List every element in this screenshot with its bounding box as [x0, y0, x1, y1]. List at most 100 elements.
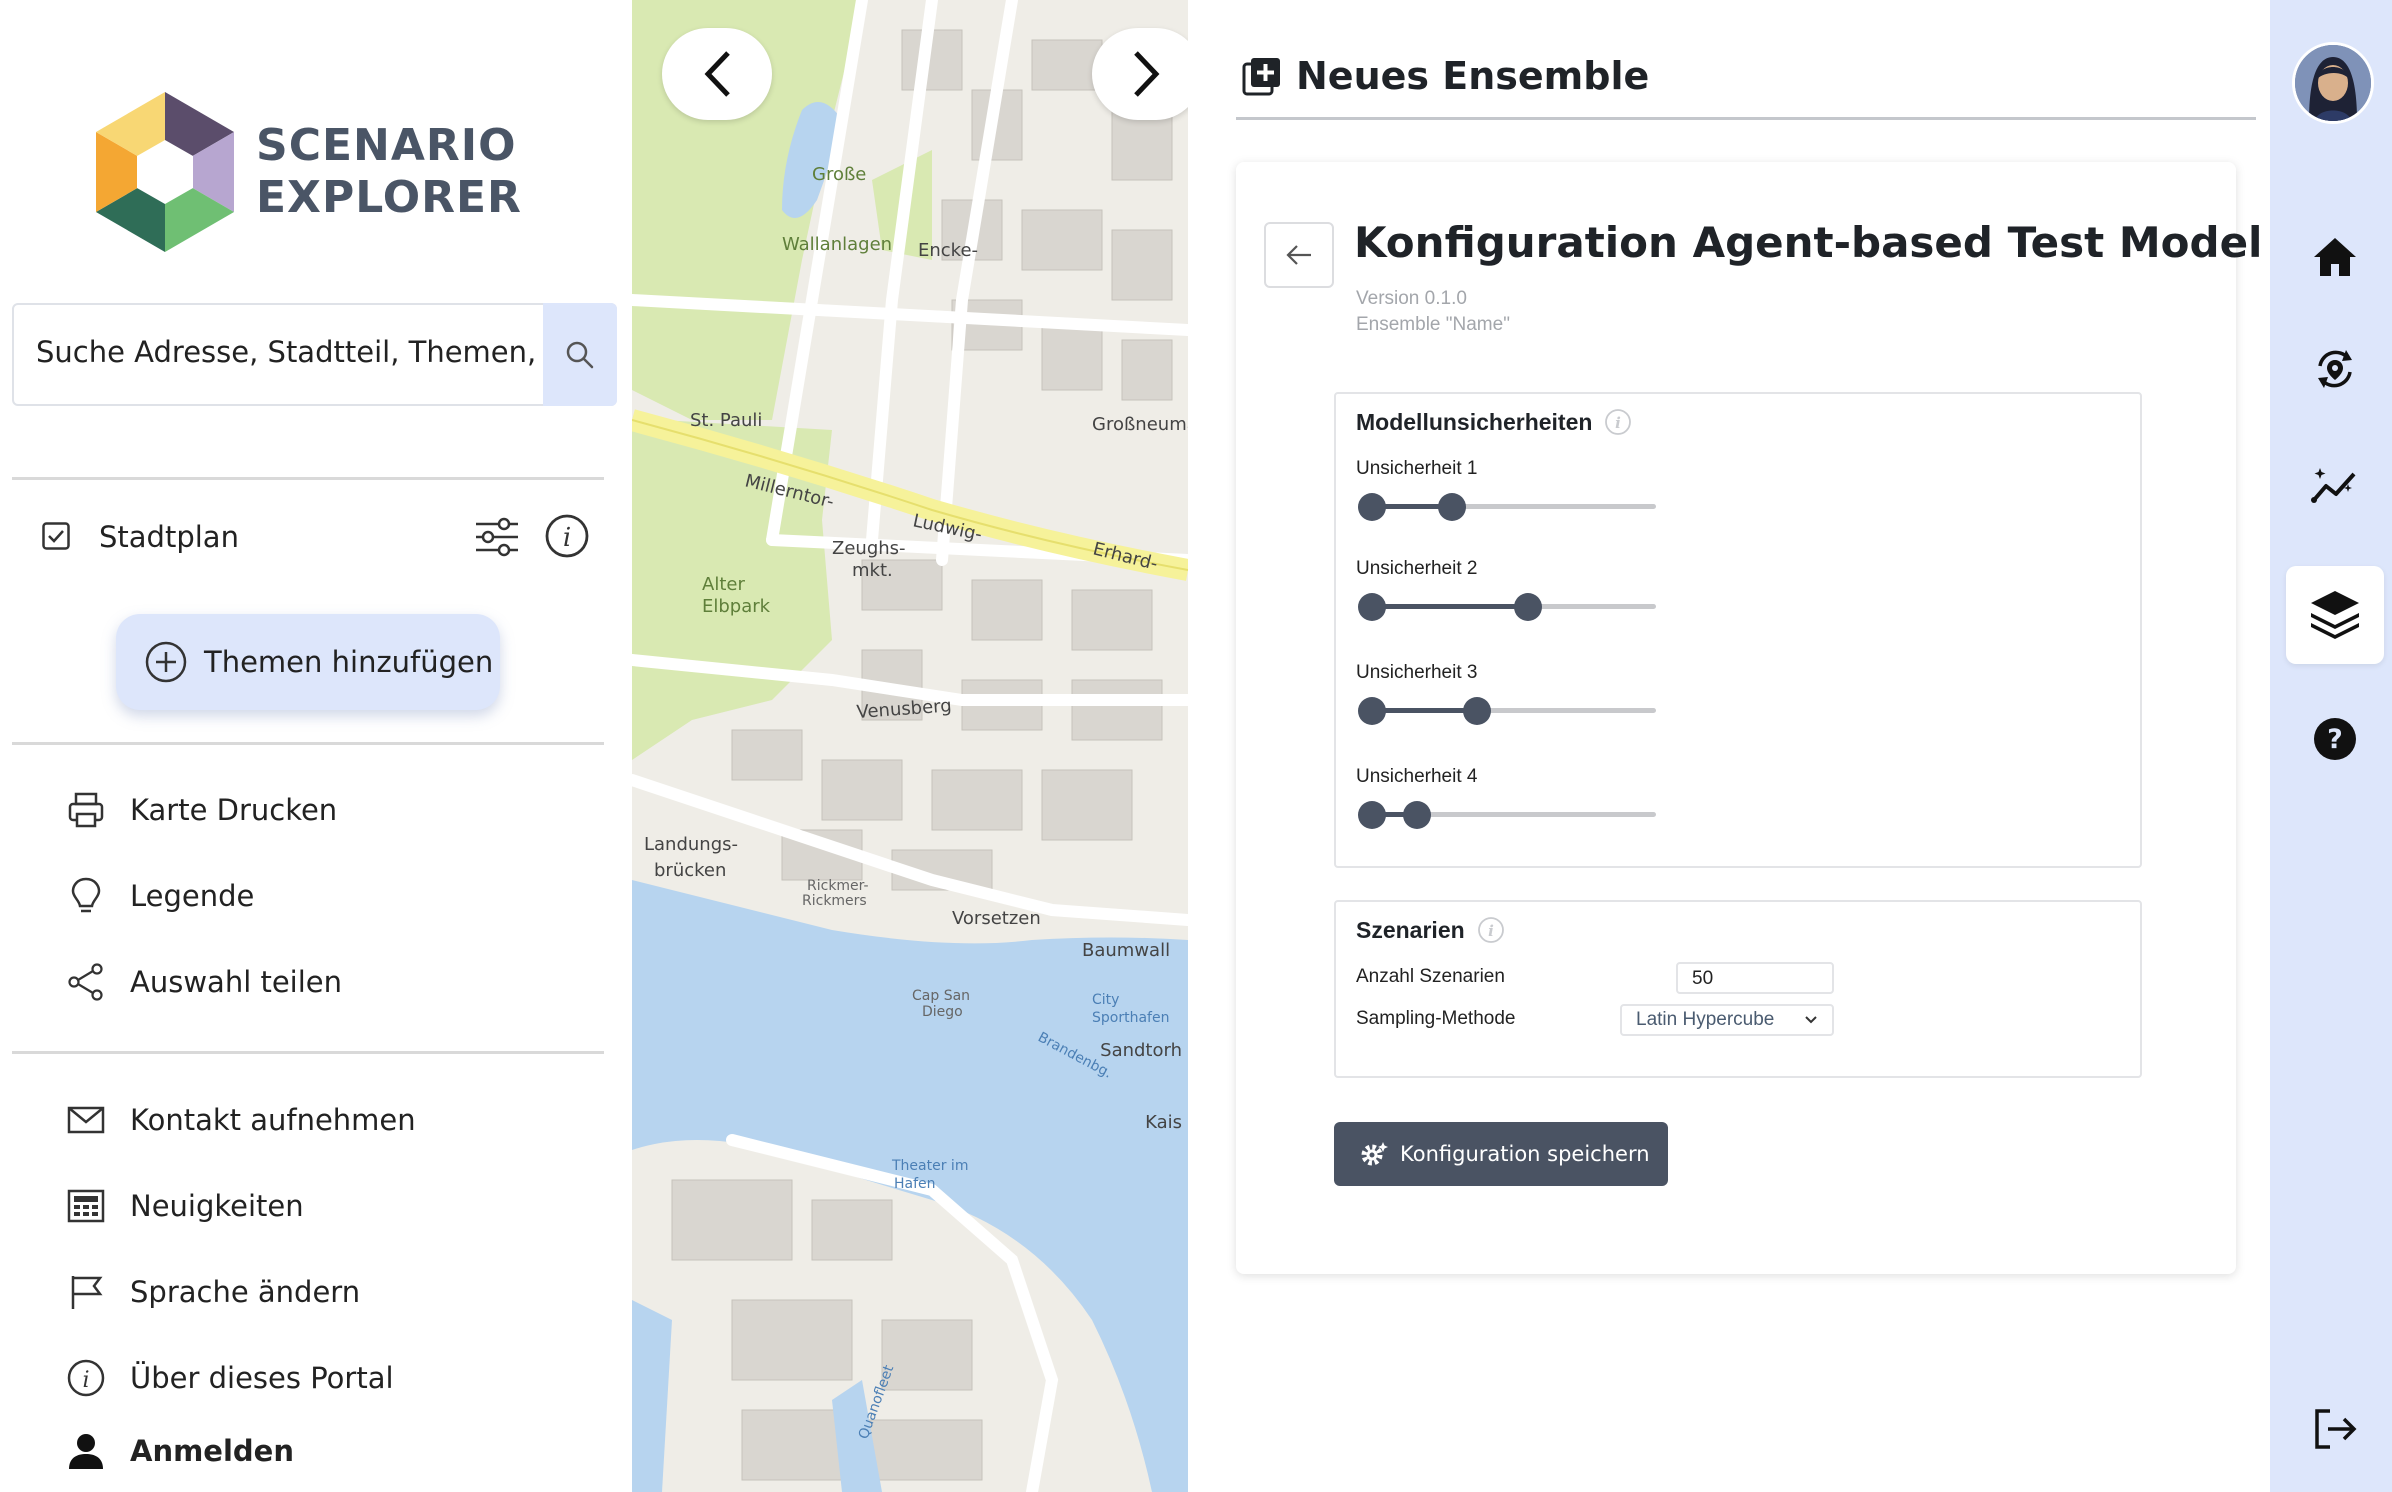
right-nav-rail: ? — [2270, 0, 2392, 1492]
svg-text:mkt.: mkt. — [852, 560, 893, 581]
svg-text:Landungs-: Landungs- — [644, 834, 738, 855]
slider-range-fill — [1372, 708, 1478, 713]
add-topic-button[interactable]: Themen hinzufügen — [116, 614, 500, 710]
sampling-method-label: Sampling-Methode — [1356, 1008, 1516, 1029]
slider-label: Unsicherheit 2 — [1356, 558, 1478, 579]
version-text: Version 0.1.0 — [1356, 288, 1467, 309]
svg-text:Zeughs-: Zeughs- — [832, 538, 906, 559]
page-title: Neues Ensemble — [1296, 54, 1650, 98]
chart-sparkle-icon — [2311, 468, 2356, 503]
info-icon[interactable]: i — [1604, 408, 1632, 436]
svg-text:Baumwall: Baumwall — [1082, 940, 1170, 961]
menu-item-about-portal[interactable]: i Über dieses Portal — [64, 1350, 604, 1406]
rail-home-button[interactable] — [2286, 208, 2384, 306]
save-configuration-button[interactable]: Konfiguration speichern — [1334, 1122, 1668, 1186]
checkbox-checked-icon[interactable] — [42, 522, 70, 550]
card-title: Konfiguration Agent-based Test Model — [1354, 218, 2263, 267]
model-uncertainties-section: Modellunsicherheiten i Unsicherheit 1 Un… — [1334, 392, 2142, 868]
svg-text:i: i — [563, 523, 571, 553]
uncertainty-slider-2[interactable]: Unsicherheit 2 — [1356, 558, 1656, 621]
section-title: Szenarien i — [1356, 916, 1505, 944]
svg-text:Alter: Alter — [702, 574, 745, 595]
help-icon: ? — [2314, 718, 2356, 760]
menu-item-login[interactable]: Anmelden — [64, 1423, 604, 1479]
chevron-down-icon — [1805, 1016, 1817, 1024]
scenario-count-label: Anzahl Szenarien — [1356, 966, 1505, 987]
slider-label: Unsicherheit 1 — [1356, 458, 1478, 479]
map-previous-button[interactable] — [662, 28, 772, 120]
slider-label: Unsicherheit 4 — [1356, 766, 1478, 787]
svg-text:Vorsetzen: Vorsetzen — [952, 908, 1041, 929]
svg-text:St. Pauli: St. Pauli — [690, 410, 762, 431]
svg-text:City: City — [1092, 992, 1119, 1008]
share-icon — [64, 960, 108, 1004]
menu-item-share-selection[interactable]: Auswahl teilen — [64, 954, 604, 1010]
slider-handle-high[interactable] — [1514, 593, 1543, 621]
svg-text:Sporthafen: Sporthafen — [1092, 1010, 1169, 1026]
layer-label: Stadtplan — [99, 520, 239, 554]
avatar-portrait-icon — [2295, 45, 2371, 121]
menu-item-legend[interactable]: Legende — [64, 868, 604, 924]
configuration-card: Konfiguration Agent-based Test Model Ver… — [1236, 162, 2262, 1274]
search-icon — [566, 341, 594, 368]
section-title-label: Szenarien — [1356, 916, 1465, 943]
menu-item-contact[interactable]: Kontakt aufnehmen — [64, 1092, 604, 1148]
info-icon[interactable]: i — [1477, 916, 1505, 944]
rail-layers-button[interactable] — [2286, 566, 2384, 664]
slider-handle-low[interactable] — [1358, 697, 1386, 725]
uncertainty-slider-4[interactable]: Unsicherheit 4 — [1356, 766, 1656, 829]
scenarios-section: Szenarien i Anzahl Szenarien 50 Sampling… — [1334, 900, 2142, 1078]
scenario-explorer-logo[interactable]: SCENARIO EXPLORER — [96, 92, 521, 252]
printer-icon — [64, 788, 108, 832]
sampling-method-value: Latin Hypercube — [1636, 1009, 1775, 1030]
section-title-label: Modellunsicherheiten — [1356, 408, 1593, 435]
slider-handle-high[interactable] — [1437, 493, 1466, 521]
save-configuration-label: Konfiguration speichern — [1400, 1142, 1650, 1166]
search-button[interactable] — [543, 303, 617, 406]
menu-item-news[interactable]: Neuigkeiten — [64, 1178, 604, 1234]
menu-item-print-map[interactable]: Karte Drucken — [64, 782, 604, 838]
slider-handle-high[interactable] — [1403, 801, 1432, 829]
page-header: Neues Ensemble — [1236, 48, 2256, 120]
svg-text:Theater im: Theater im — [891, 1158, 968, 1174]
flag-icon — [64, 1270, 108, 1314]
add-library-icon — [1242, 58, 1280, 96]
slider-handle-low[interactable] — [1358, 593, 1386, 621]
user-avatar[interactable] — [2292, 42, 2374, 124]
logout-icon — [2315, 1409, 2357, 1449]
plus-circle-icon — [145, 641, 187, 683]
search-field[interactable]: Suche Adresse, Stadtteil, Themen, Flurs — [12, 303, 617, 406]
svg-text:Diego: Diego — [922, 1004, 963, 1020]
sliders-settings-icon[interactable] — [474, 516, 520, 558]
info-icon: i — [64, 1356, 108, 1400]
logo-text: SCENARIO EXPLORER — [256, 120, 522, 224]
svg-text:i: i — [1616, 414, 1622, 432]
slider-range-fill — [1372, 604, 1529, 609]
sampling-method-select[interactable]: Latin Hypercube — [1620, 1004, 1834, 1036]
add-topic-label: Themen hinzufügen — [204, 645, 494, 679]
arrow-left-icon — [1286, 245, 1311, 265]
back-button[interactable] — [1264, 222, 1334, 288]
svg-text:brücken: brücken — [654, 860, 726, 881]
rail-help-button[interactable]: ? — [2286, 690, 2384, 788]
rail-logout-button[interactable] — [2286, 1380, 2384, 1478]
gear-sparkle-icon — [1361, 1142, 1388, 1166]
menu-item-change-language[interactable]: Sprache ändern — [64, 1264, 604, 1320]
menu-item-label: Sprache ändern — [130, 1275, 361, 1309]
slider-handle-low[interactable] — [1358, 801, 1386, 829]
uncertainty-slider-1[interactable]: Unsicherheit 1 — [1356, 458, 1656, 521]
slider-handle-high[interactable] — [1463, 697, 1492, 725]
scenario-count-input[interactable]: 50 — [1676, 962, 1834, 994]
section-title: Modellunsicherheiten i — [1356, 408, 1632, 436]
sampling-method-row: Sampling-Methode Latin Hypercube — [1356, 1004, 2056, 1036]
slider-handle-low[interactable] — [1358, 493, 1386, 521]
map-view[interactable]: Große Wallanlagen Alter Elbpark St. Paul… — [632, 0, 1188, 1492]
lightbulb-icon — [64, 874, 108, 918]
rail-scenarios-button[interactable] — [2286, 320, 2384, 418]
rail-analytics-button[interactable] — [2286, 436, 2384, 534]
map-next-button[interactable] — [1092, 28, 1188, 120]
info-icon[interactable]: i — [544, 513, 590, 559]
svg-text:Wallanlagen: Wallanlagen — [782, 234, 892, 255]
search-input[interactable]: Suche Adresse, Stadtteil, Themen, Flurs — [36, 335, 556, 369]
uncertainty-slider-3[interactable]: Unsicherheit 3 — [1356, 662, 1656, 725]
